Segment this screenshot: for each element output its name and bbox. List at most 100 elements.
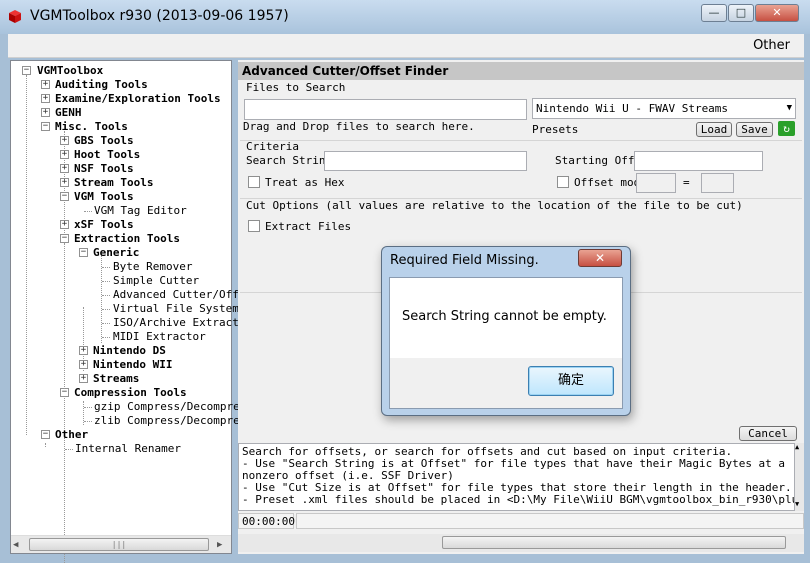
tree-hscrollbar[interactable]: ◀ ||| ▶ <box>11 535 231 553</box>
expand-auditing-icon[interactable]: + <box>41 80 50 89</box>
app-icon <box>7 8 23 24</box>
treat-as-hex-label: Treat as Hex <box>265 176 345 189</box>
expand-nsf-icon[interactable]: + <box>60 164 69 173</box>
expand-gbs-icon[interactable]: + <box>60 136 69 145</box>
presets-dropdown-value: Nintendo Wii U - FWAV Streams <box>536 102 729 115</box>
offset-mod-label: Offset mod <box>574 176 641 189</box>
treat-as-hex-checkbox[interactable] <box>248 176 260 188</box>
expand-genh-icon[interactable]: + <box>41 108 50 117</box>
panel-hscroll-thumb[interactable] <box>442 536 786 549</box>
collapse-generic-icon[interactable]: − <box>79 248 88 257</box>
log-line: - Preset .xml files should be placed in … <box>242 493 795 506</box>
dialog-title: Required Field Missing. <box>390 253 539 268</box>
collapse-misc-icon[interactable]: − <box>41 122 50 131</box>
status-message <box>296 513 804 529</box>
close-button[interactable]: ✕ <box>755 4 799 22</box>
tree-item-hoot-tools[interactable]: Hoot Tools <box>74 148 140 161</box>
load-button[interactable]: Load <box>696 122 732 137</box>
collapse-other-icon[interactable]: − <box>41 430 50 439</box>
save-button[interactable]: Save <box>736 122 773 137</box>
menu-item-other[interactable]: Other <box>753 38 790 53</box>
tree-item-virtual-file-system[interactable]: Virtual File System <box>113 302 239 315</box>
tree-item-internal-renamer[interactable]: Internal Renamer <box>75 442 181 455</box>
criteria-group-label: Criteria <box>246 140 299 153</box>
tree-item-misc-tools[interactable]: Misc. Tools <box>55 120 128 133</box>
tree-item-midi-extractor[interactable]: MIDI Extractor <box>113 330 206 343</box>
collapse-extraction-icon[interactable]: − <box>60 234 69 243</box>
minimize-button[interactable]: — <box>701 4 727 22</box>
collapse-compression-icon[interactable]: − <box>60 388 69 397</box>
cancel-button[interactable]: Cancel <box>739 426 797 441</box>
tree-item-extraction-tools[interactable]: Extraction Tools <box>74 232 180 245</box>
search-string-input[interactable] <box>324 151 527 171</box>
offset-mod-checkbox[interactable] <box>557 176 569 188</box>
panel-hscrollbar[interactable] <box>238 534 804 552</box>
log-vscrollbar[interactable]: ▲ ▼ <box>795 443 804 511</box>
expand-stream-icon[interactable]: + <box>60 178 69 187</box>
window-title: VGMToolbox r930 (2013-09-06 1957) <box>30 8 289 24</box>
status-elapsed: 00:00:00 <box>238 513 295 529</box>
tree-item-streams[interactable]: Streams <box>93 372 139 385</box>
tree-item-nsf-tools[interactable]: NSF Tools <box>74 162 134 175</box>
collapse-root-icon[interactable]: − <box>22 66 31 75</box>
refresh-icon[interactable]: ↻ <box>778 121 795 136</box>
expand-streams-icon[interactable]: + <box>79 374 88 383</box>
extract-files-checkbox[interactable] <box>248 220 260 232</box>
maximize-button[interactable]: □ <box>728 4 754 22</box>
expand-xsf-icon[interactable]: + <box>60 220 69 229</box>
tree-item-stream-tools[interactable]: Stream Tools <box>74 176 153 189</box>
tree-item-nintendo-wii[interactable]: Nintendo WII <box>93 358 172 371</box>
scroll-right-icon[interactable]: ▶ <box>217 540 222 550</box>
ok-button[interactable]: 确定 <box>528 366 614 396</box>
output-log[interactable]: Search for offsets, or search for offset… <box>238 443 795 511</box>
dialog-close-button[interactable]: ✕ <box>578 249 622 267</box>
tree-item-xsf-tools[interactable]: xSF Tools <box>74 218 134 231</box>
tree-item-genh[interactable]: GENH <box>55 106 82 119</box>
tree-item-gzip[interactable]: gzip Compress/Decompres <box>94 400 246 413</box>
scroll-up-icon[interactable]: ▲ <box>795 443 799 451</box>
tree-item-advanced-cutter[interactable]: Advanced Cutter/Offs <box>113 288 245 301</box>
tree-item-byte-remover[interactable]: Byte Remover <box>113 260 192 273</box>
search-string-label: Search String <box>246 154 333 167</box>
tree-item-vgm-tag-editor[interactable]: VGM Tag Editor <box>94 204 187 217</box>
divider <box>240 140 802 141</box>
collapse-vgm-icon[interactable]: − <box>60 192 69 201</box>
tree-item-other[interactable]: Other <box>55 428 88 441</box>
panel-title: Advanced Cutter/Offset Finder <box>238 62 804 80</box>
tree-item-simple-cutter[interactable]: Simple Cutter <box>113 274 199 287</box>
presets-label: Presets <box>532 123 579 136</box>
scroll-left-icon[interactable]: ◀ <box>13 540 18 550</box>
tree-item-generic[interactable]: Generic <box>93 246 139 259</box>
drag-drop-hint: Drag and Drop files to search here. <box>243 120 475 133</box>
chevron-down-icon: ▼ <box>786 103 792 113</box>
tools-tree[interactable]: − VGMToolbox + Auditing Tools + Examine/… <box>10 60 246 563</box>
expand-hoot-icon[interactable]: + <box>60 150 69 159</box>
presets-dropdown[interactable]: Nintendo Wii U - FWAV Streams ▼ <box>532 98 796 119</box>
starting-offset-input[interactable] <box>634 151 763 171</box>
equals-label: = <box>683 176 690 189</box>
tree-item-vgm-tools[interactable]: VGM Tools <box>74 190 134 203</box>
files-drop-field[interactable] <box>244 99 527 120</box>
error-dialog[interactable]: Required Field Missing. ✕ Search String … <box>381 246 631 416</box>
tree-hscroll-thumb[interactable]: ||| <box>29 538 209 551</box>
cut-options-group-label: Cut Options (all values are relative to … <box>246 199 743 212</box>
expand-wii-icon[interactable]: + <box>79 360 88 369</box>
tree-item-auditing-tools[interactable]: Auditing Tools <box>55 78 148 91</box>
offset-mod-result-input[interactable] <box>701 173 734 193</box>
tree-item-compression-tools[interactable]: Compression Tools <box>74 386 187 399</box>
tree-item-gbs-tools[interactable]: GBS Tools <box>74 134 134 147</box>
files-group-label: Files to Search <box>246 81 346 94</box>
tree-item-vgmtoolbox[interactable]: VGMToolbox <box>37 64 103 77</box>
tree-item-examine-tools[interactable]: Examine/Exploration Tools <box>55 92 221 105</box>
offset-mod-divisor-input[interactable] <box>636 173 676 193</box>
window-titlebar[interactable]: VGMToolbox r930 (2013-09-06 1957) — □ ✕ <box>0 0 810 34</box>
elapsed-time: 00:00:00 <box>242 515 295 528</box>
extract-files-label: Extract Files <box>265 220 352 233</box>
tree-item-nintendo-ds[interactable]: Nintendo DS <box>93 344 166 357</box>
tree-item-iso-archive-extractor[interactable]: ISO/Archive Extracto <box>113 316 245 329</box>
tree-item-zlib[interactable]: zlib Compress/Decompres <box>94 414 246 427</box>
scroll-down-icon[interactable]: ▼ <box>795 500 799 508</box>
expand-examine-icon[interactable]: + <box>41 94 50 103</box>
dialog-body: Search String cannot be empty. 确定 <box>389 277 623 409</box>
expand-nds-icon[interactable]: + <box>79 346 88 355</box>
